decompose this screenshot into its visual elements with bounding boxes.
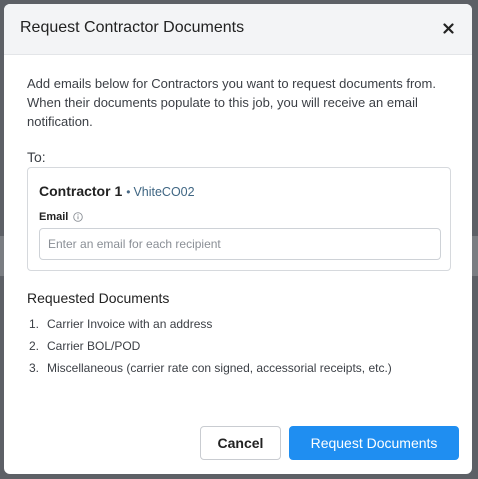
requested-documents-title: Requested Documents: [27, 290, 170, 306]
request-documents-button[interactable]: Request Documents: [289, 426, 459, 460]
to-label: To:: [27, 149, 46, 165]
list-item-label: Carrier BOL/POD: [47, 339, 141, 353]
list-item: 1. Carrier Invoice with an address: [27, 314, 392, 336]
contractor-code: VhiteCO02: [133, 185, 195, 199]
list-item-label: Miscellaneous (carrier rate con signed, …: [47, 361, 392, 375]
list-item-number: 3.: [29, 361, 40, 375]
list-item: 3. Miscellaneous (carrier rate con signed…: [27, 358, 392, 380]
requested-documents-list: 1. Carrier Invoice with an address 2. Carr…: [27, 314, 392, 380]
email-label: Email: [39, 211, 69, 223]
modal-header: Request Contractor Documents: [4, 4, 472, 55]
email-input[interactable]: [39, 228, 441, 260]
request-documents-modal: Request Contractor Documents Add emails …: [4, 4, 472, 474]
list-item: 2. Carrier BOL/POD: [27, 336, 392, 358]
cancel-button[interactable]: Cancel: [200, 426, 281, 460]
bullet-separator: •: [126, 185, 131, 199]
close-button[interactable]: [436, 16, 460, 40]
modal-description: Add emails below for Contractors you wan…: [27, 76, 436, 129]
info-icon[interactable]: [73, 212, 84, 222]
contractor-heading: Contractor 1 • VhiteCO02: [39, 183, 195, 201]
list-item-number: 2.: [29, 339, 40, 353]
close-icon: [442, 22, 454, 34]
modal-title: Request Contractor Documents: [20, 19, 245, 36]
list-item-number: 1.: [29, 317, 40, 331]
contractor-name: Contractor 1: [39, 183, 123, 199]
list-item-label: Carrier Invoice with an address: [47, 317, 213, 331]
contractor-card: Contractor 1 • VhiteCO02 Email: [27, 167, 451, 271]
email-label-row: Email: [39, 211, 84, 223]
